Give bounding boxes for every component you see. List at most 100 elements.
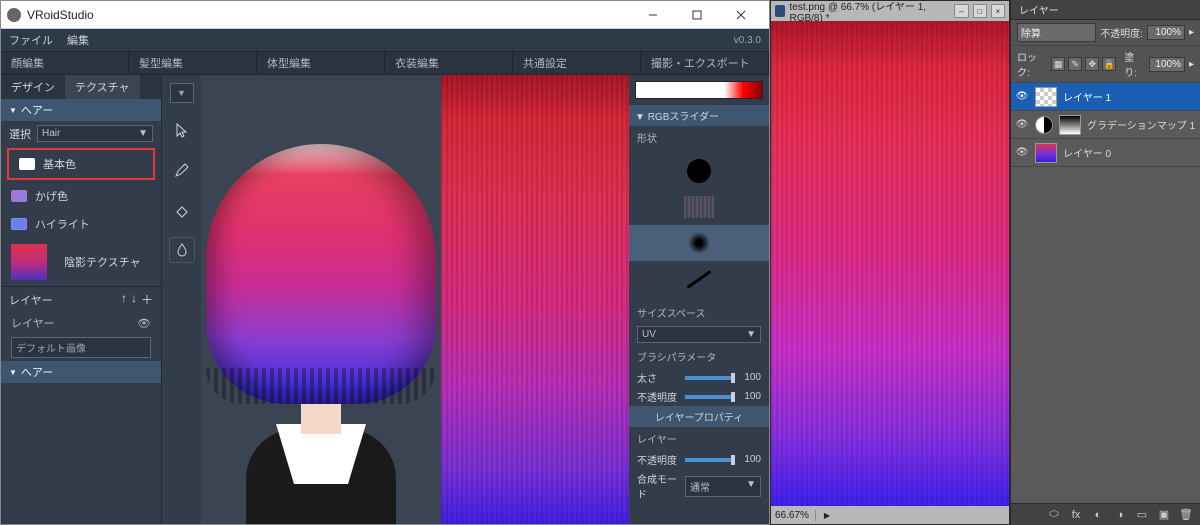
close-button[interactable] xyxy=(719,2,763,28)
menu-edit[interactable]: 編集 xyxy=(67,32,89,48)
minimize-button[interactable] xyxy=(631,2,675,28)
ps-zoom[interactable]: 66.67% xyxy=(775,510,816,521)
ps-statusbar: 66.67% ▶ xyxy=(771,506,1009,524)
visibility-icon[interactable]: 👁 xyxy=(1015,90,1029,104)
texture-thumbnail[interactable] xyxy=(11,244,47,280)
tab-body[interactable]: 体型編集 xyxy=(257,52,385,74)
layer-group-icon[interactable]: ▭ xyxy=(1134,508,1150,522)
base-color-swatch[interactable] xyxy=(19,158,35,170)
layer-add-icon[interactable]: ＋ xyxy=(141,291,153,308)
shape-line[interactable] xyxy=(629,261,769,297)
layer-name: レイヤー 1 xyxy=(1063,89,1111,104)
shape-texture[interactable] xyxy=(629,189,769,225)
ps-layer-row[interactable]: 👁 レイヤー 1 xyxy=(1011,83,1200,111)
ps-layers-footer: ⬭ fx ◐ ◑ ▭ ▣ 🗑 xyxy=(1011,503,1200,525)
shading-texture-label: 陰影テクスチャ xyxy=(64,254,141,270)
highlight-color-swatch[interactable] xyxy=(11,218,27,230)
brush-param-label: ブラシパラメータ xyxy=(629,345,769,368)
subtab-design[interactable]: デザイン xyxy=(1,75,65,99)
layer-opacity-slider[interactable] xyxy=(685,458,735,462)
thickness-slider[interactable] xyxy=(685,376,735,380)
ps-close-button[interactable]: × xyxy=(991,4,1005,18)
ps-opacity-label: 不透明度: xyxy=(1100,25,1143,40)
shape-label: 形状 xyxy=(629,126,769,149)
highlight-color-row[interactable]: ハイライト xyxy=(1,210,161,238)
layer-property-head[interactable]: レイヤープロパティ xyxy=(629,406,769,427)
ps-maximize-button[interactable]: □ xyxy=(973,4,987,18)
ps-layer-list: 👁 レイヤー 1 👁 グラデーションマップ 1 👁 レイヤー 0 xyxy=(1011,83,1200,503)
select-label: 選択 xyxy=(9,126,31,142)
blend-mode-label: 合成モード xyxy=(637,471,681,501)
ps-fill-input[interactable]: 100% xyxy=(1149,57,1185,72)
section-hair[interactable]: ヘアー xyxy=(1,99,161,121)
avatar-model xyxy=(206,144,436,524)
ps-status-arrow-icon[interactable]: ▶ xyxy=(824,511,830,520)
tab-export[interactable]: 撮影・エクスポート xyxy=(641,52,769,74)
cursor-tool-icon[interactable] xyxy=(169,117,195,143)
texture-preview[interactable] xyxy=(441,75,629,524)
ps-layers-title[interactable]: レイヤー xyxy=(1011,0,1200,20)
shape-circle[interactable] xyxy=(629,153,769,189)
ps-blend-mode-select[interactable]: 除算 xyxy=(1017,23,1096,42)
tab-hair[interactable]: 髪型編集 xyxy=(129,52,257,74)
brush-opacity-label: 不透明度 xyxy=(637,389,681,404)
ps-opacity-input[interactable]: 100% xyxy=(1147,25,1185,40)
brush-opacity-slider[interactable] xyxy=(685,395,735,399)
layer-mask-icon[interactable]: ◐ xyxy=(1090,508,1106,522)
base-color-row[interactable]: 基本色 xyxy=(9,150,153,178)
right-panel: ▼ RGBスライダー 形状 サイズスペース UV▼ ブラシパラメータ 太さ 10… xyxy=(629,75,769,524)
ps-layer-row[interactable]: 👁 レイヤー 0 xyxy=(1011,139,1200,167)
base-color-label: 基本色 xyxy=(43,156,76,172)
section-hair-2[interactable]: ヘアー xyxy=(1,361,161,383)
3d-viewport[interactable] xyxy=(201,75,441,524)
layer-up-icon[interactable]: ↑ xyxy=(121,291,127,308)
new-layer-icon[interactable]: ▣ xyxy=(1156,508,1172,522)
ps-lock-position-icon[interactable]: ✥ xyxy=(1085,57,1099,71)
ps-fill-arrow-icon[interactable]: ▸ xyxy=(1189,59,1194,70)
adjustment-layer-icon[interactable]: ◑ xyxy=(1112,508,1128,522)
tool-dropdown[interactable]: ▼ xyxy=(170,83,194,103)
layer-thumbnail[interactable] xyxy=(1035,87,1057,107)
blend-mode-select[interactable]: 通常▼ xyxy=(685,476,761,497)
ps-opacity-arrow-icon[interactable]: ▸ xyxy=(1189,27,1194,38)
shading-texture-row[interactable]: 陰影テクスチャ xyxy=(1,238,161,286)
hair-select[interactable]: Hair▼ xyxy=(37,125,153,142)
default-image-field[interactable]: デフォルト画像 xyxy=(11,337,151,358)
size-space-select[interactable]: UV▼ xyxy=(637,326,761,343)
layer-down-icon[interactable]: ↓ xyxy=(131,291,137,308)
vroid-title: VRoidStudio xyxy=(27,8,631,22)
ps-layer-row[interactable]: 👁 グラデーションマップ 1 xyxy=(1011,111,1200,139)
ink-tool-icon[interactable] xyxy=(169,237,195,263)
ps-canvas[interactable] xyxy=(771,21,1009,506)
ps-lock-all-icon[interactable]: 🔒 xyxy=(1102,57,1116,71)
subtab-texture[interactable]: テクスチャ xyxy=(65,75,140,99)
ps-lock-transparency-icon[interactable]: ▦ xyxy=(1051,57,1065,71)
main-tabs: 顔編集 髪型編集 体型編集 衣装編集 共通設定 撮影・エクスポート xyxy=(1,51,769,75)
ps-lock-label: ロック: xyxy=(1017,49,1047,79)
menu-file[interactable]: ファイル xyxy=(9,32,53,48)
layer-thumbnail[interactable] xyxy=(1035,143,1057,163)
eraser-tool-icon[interactable] xyxy=(169,197,195,223)
layer-section-label: レイヤー xyxy=(9,292,53,308)
layer-thumbnail[interactable] xyxy=(1059,115,1081,135)
visibility-icon[interactable]: 👁 xyxy=(1015,118,1029,132)
layer-fx-icon[interactable]: fx xyxy=(1068,508,1084,522)
tab-common[interactable]: 共通設定 xyxy=(513,52,641,74)
shadow-color-row[interactable]: かげ色 xyxy=(1,182,161,210)
maximize-button[interactable] xyxy=(675,2,719,28)
shadow-color-swatch[interactable] xyxy=(11,190,27,202)
ps-minimize-button[interactable]: – xyxy=(954,4,968,18)
color-gradient-bar[interactable] xyxy=(635,81,763,99)
photoshop-window: test.png @ 66.7% (レイヤー 1, RGB/8) * – □ ×… xyxy=(770,0,1200,525)
ps-lock-pixels-icon[interactable]: ✎ xyxy=(1068,57,1082,71)
tab-clothes[interactable]: 衣装編集 xyxy=(385,52,513,74)
link-layers-icon[interactable]: ⬭ xyxy=(1046,508,1062,522)
delete-layer-icon[interactable]: 🗑 xyxy=(1178,508,1194,522)
pencil-tool-icon[interactable] xyxy=(169,157,195,183)
rgb-slider-head: ▼ RGBスライダー xyxy=(629,105,769,126)
tab-face[interactable]: 顔編集 xyxy=(1,52,129,74)
shape-soft[interactable] xyxy=(629,225,769,261)
layer-visibility-icon[interactable]: 👁 xyxy=(137,317,151,330)
layer-name: グラデーションマップ 1 xyxy=(1087,117,1195,132)
visibility-icon[interactable]: 👁 xyxy=(1015,146,1029,160)
